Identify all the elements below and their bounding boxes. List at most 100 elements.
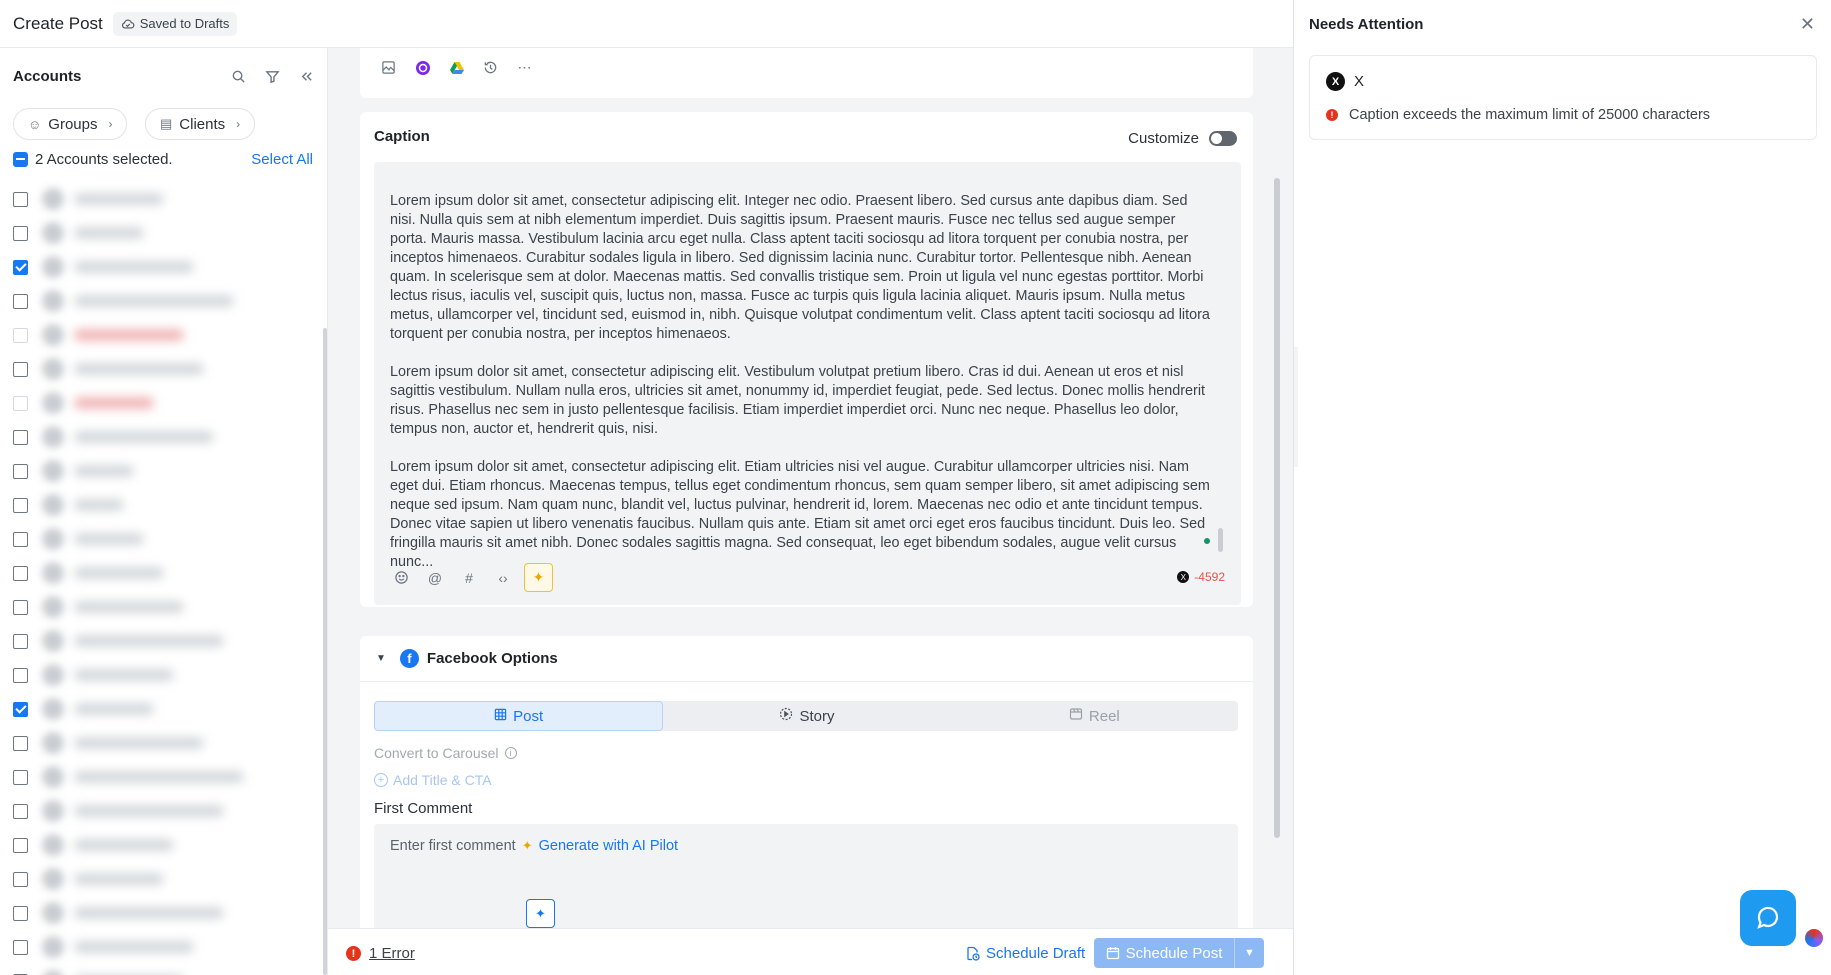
account-row[interactable] [13, 420, 323, 454]
account-row[interactable] [13, 794, 323, 828]
account-row[interactable] [13, 352, 323, 386]
account-checkbox[interactable] [13, 769, 28, 785]
account-checkbox[interactable] [13, 735, 28, 751]
sparkle-icon: ✦ [521, 838, 533, 853]
account-checkbox[interactable] [13, 803, 28, 819]
account-row[interactable] [13, 828, 323, 862]
canva-icon[interactable] [414, 59, 431, 76]
account-checkbox[interactable] [13, 429, 28, 445]
schedule-post-button[interactable]: Schedule Post ▼ [1094, 938, 1264, 968]
account-avatar [42, 188, 64, 210]
filter-icon[interactable] [262, 66, 282, 86]
caret-down-icon[interactable]: ▼ [376, 653, 386, 664]
account-row[interactable] [13, 386, 323, 420]
schedule-draft-button[interactable]: Schedule Draft [966, 945, 1085, 962]
account-row[interactable] [13, 522, 323, 556]
select-all-link[interactable]: Select All [251, 151, 313, 168]
account-row[interactable] [13, 488, 323, 522]
character-count: X -4592 [1177, 570, 1225, 584]
account-checkbox[interactable] [13, 293, 28, 309]
account-row[interactable] [13, 658, 323, 692]
facebook-icon: f [399, 649, 419, 668]
account-checkbox[interactable] [13, 599, 28, 615]
generate-ai-link[interactable]: Generate with AI Pilot [539, 838, 678, 854]
schedule-post-main[interactable]: Schedule Post [1094, 945, 1234, 962]
footer-bar: ! 1 Error Schedule Draft Schedule Post ▼ [328, 928, 1293, 975]
schedule-draft-label: Schedule Draft [986, 945, 1086, 962]
history-icon[interactable] [482, 59, 499, 76]
account-row[interactable] [13, 624, 323, 658]
more-icon[interactable]: ⋯ [516, 59, 533, 76]
account-checkbox[interactable] [13, 565, 28, 581]
panel-resize-edge[interactable] [1294, 347, 1298, 467]
first-comment-input[interactable]: Enter first comment ✦ Generate with AI P… [374, 824, 1238, 928]
code-icon[interactable]: ‹› [494, 569, 512, 587]
account-name-blurred [74, 431, 214, 443]
media-library-icon[interactable] [380, 59, 397, 76]
account-checkbox[interactable] [13, 701, 28, 717]
account-row[interactable] [13, 760, 323, 794]
caption-title: Caption [374, 128, 430, 145]
emoji-icon[interactable] [392, 569, 410, 587]
cloud-check-icon [121, 19, 135, 29]
close-icon[interactable]: ✕ [1800, 14, 1815, 35]
account-row[interactable] [13, 216, 323, 250]
account-avatar [42, 834, 64, 856]
account-checkbox[interactable] [13, 905, 28, 921]
account-checkbox[interactable] [13, 497, 28, 513]
help-chat-button[interactable] [1740, 890, 1796, 946]
account-row[interactable] [13, 284, 323, 318]
ai-assistant-icon[interactable] [1805, 929, 1823, 947]
groups-icon: ☺ [28, 116, 42, 132]
account-row[interactable] [13, 250, 323, 284]
account-checkbox[interactable] [13, 361, 28, 377]
account-checkbox[interactable] [13, 225, 28, 241]
facebook-options-header[interactable]: ▼ f Facebook Options [360, 636, 1253, 682]
collapse-sidebar-icon[interactable] [296, 66, 316, 86]
error-link[interactable]: 1 Error [369, 945, 415, 962]
account-row[interactable] [13, 930, 323, 964]
account-checkbox[interactable] [13, 667, 28, 683]
account-row[interactable] [13, 896, 323, 930]
select-indeterminate-checkbox[interactable] [13, 152, 28, 167]
account-checkbox[interactable] [13, 531, 28, 547]
account-row[interactable] [13, 692, 323, 726]
search-icon[interactable] [228, 66, 248, 86]
add-title-cta-button[interactable]: + Add Title & CTA [374, 772, 492, 788]
editor-scrollbar[interactable] [1218, 528, 1223, 552]
tab-post[interactable]: Post [374, 701, 664, 731]
issue-network-name: X [1354, 73, 1365, 90]
customize-toggle[interactable] [1209, 131, 1237, 146]
account-avatar [42, 392, 64, 414]
account-checkbox[interactable] [13, 191, 28, 207]
account-row[interactable] [13, 454, 323, 488]
account-row[interactable] [13, 556, 323, 590]
account-row[interactable] [13, 318, 323, 352]
account-name-blurred [74, 805, 224, 817]
main-scrollbar[interactable] [1274, 178, 1280, 838]
chevron-down-icon[interactable]: ▼ [1234, 938, 1264, 968]
hashtag-icon[interactable]: # [460, 569, 478, 587]
ai-sparkle-button[interactable]: ✦ [524, 563, 553, 592]
tab-reel[interactable]: Reel [951, 701, 1238, 731]
account-row[interactable] [13, 590, 323, 624]
caption-editor[interactable]: Lorem ipsum dolor sit amet, consectetur … [374, 162, 1241, 605]
account-row[interactable] [13, 964, 323, 975]
account-checkbox[interactable] [13, 633, 28, 649]
account-row[interactable] [13, 182, 323, 216]
mention-icon[interactable]: @ [426, 569, 444, 587]
tab-story[interactable]: Story [663, 701, 950, 731]
caption-text[interactable]: Lorem ipsum dolor sit amet, consectetur … [390, 192, 1212, 572]
account-checkbox[interactable] [13, 939, 28, 955]
ai-sparkle-button[interactable]: ✦ [526, 899, 555, 928]
account-checkbox[interactable] [13, 463, 28, 479]
account-checkbox[interactable] [13, 259, 28, 275]
clients-chip[interactable]: ▤ Clients › [145, 108, 256, 140]
account-row[interactable] [13, 726, 323, 760]
account-checkbox[interactable] [13, 871, 28, 887]
groups-chip[interactable]: ☺ Groups › [13, 108, 128, 140]
account-row[interactable] [13, 862, 323, 896]
accounts-tools [228, 66, 316, 86]
account-checkbox[interactable] [13, 837, 28, 853]
google-drive-icon[interactable] [448, 59, 465, 76]
